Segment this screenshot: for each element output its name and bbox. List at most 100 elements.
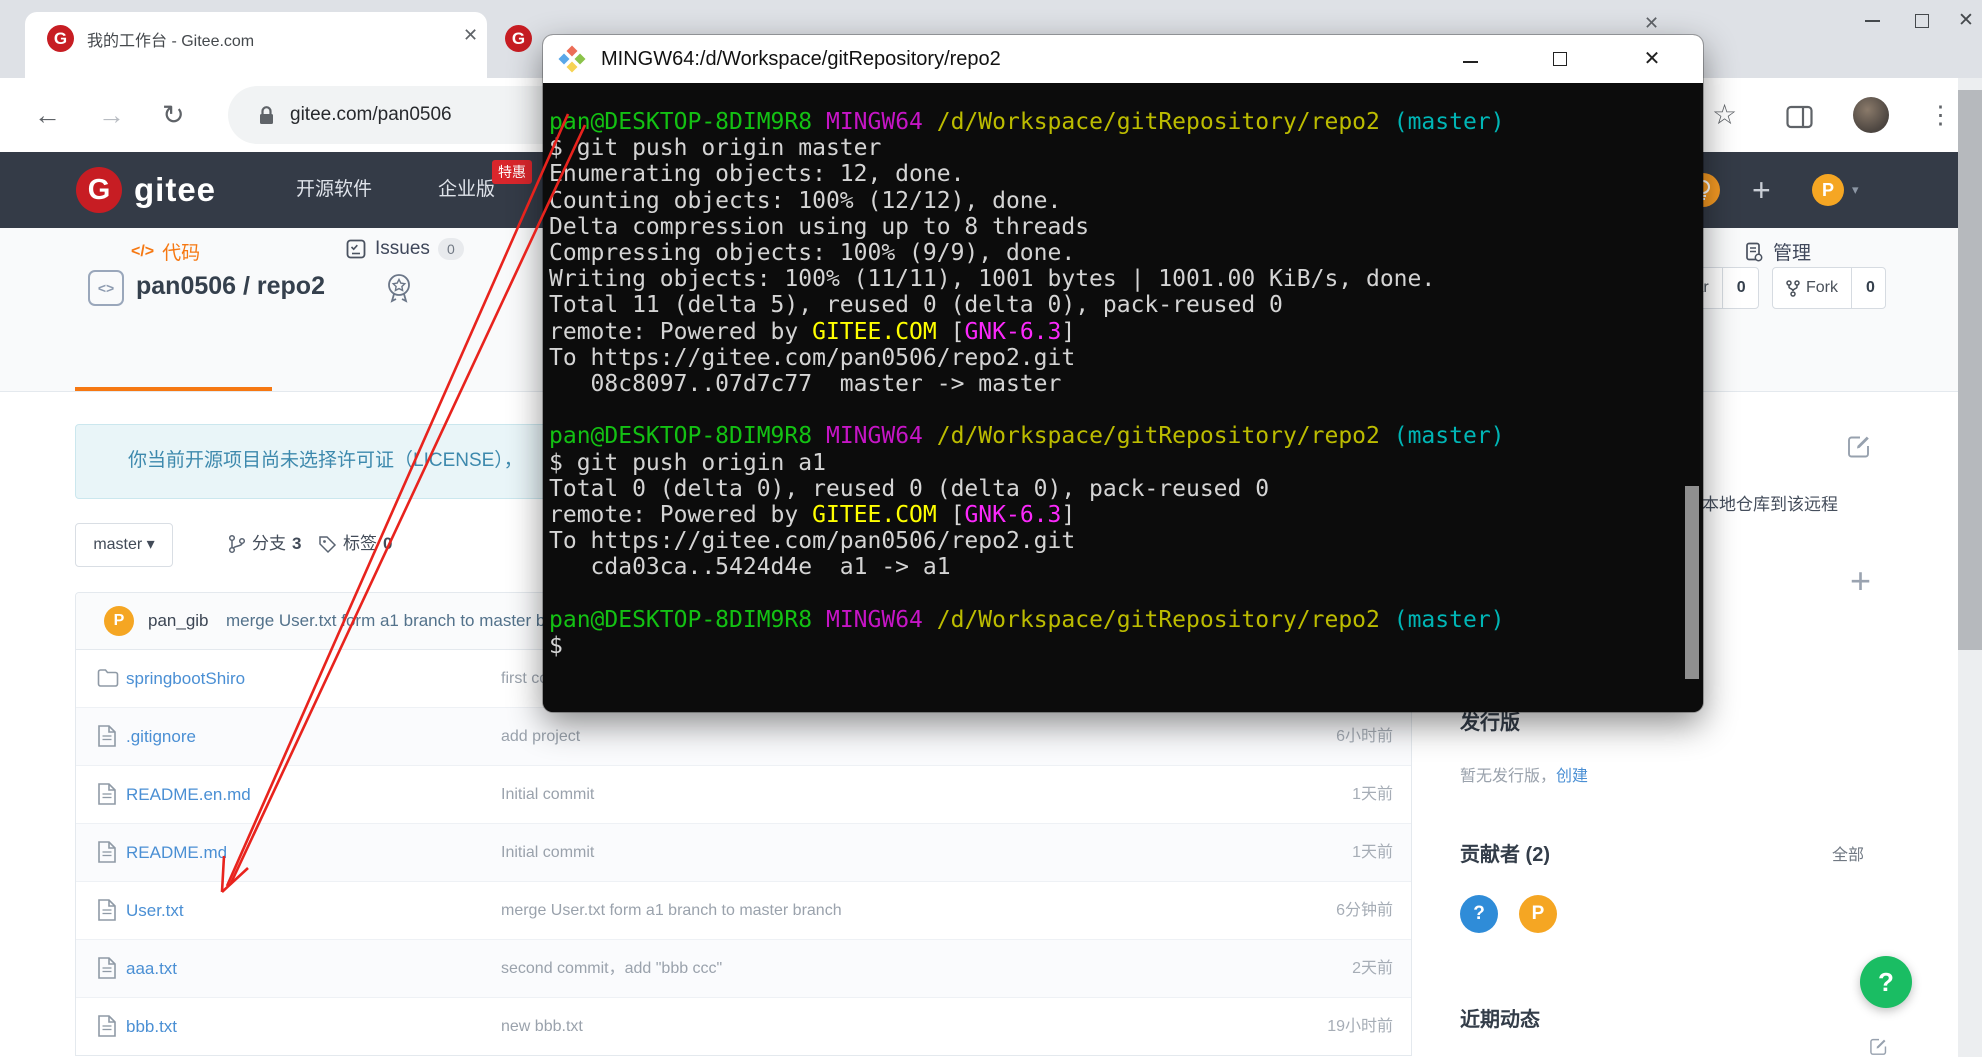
edit-icon[interactable]: [1846, 432, 1873, 464]
nav-item-enterprise[interactable]: 企业版: [438, 152, 495, 228]
commit-message[interactable]: merge User.txt form a1 branch to master …: [226, 593, 588, 649]
file-commit-time: 2天前: [1352, 940, 1393, 997]
tags-link[interactable]: 标签0: [318, 523, 392, 565]
page-scrollbar[interactable]: [1958, 78, 1982, 1057]
file-row[interactable]: User.txt merge User.txt form a1 branch to…: [76, 881, 1411, 939]
back-icon[interactable]: ←: [34, 78, 61, 152]
file-commit-time: 1天前: [1352, 824, 1393, 881]
terminal-titlebar[interactable]: MINGW64:/d/Workspace/gitRepository/repo2…: [543, 35, 1703, 83]
file-name-link[interactable]: README.md: [126, 824, 227, 881]
file-name-link[interactable]: bbb.txt: [126, 998, 177, 1055]
repo-code-icon: <>: [88, 270, 124, 306]
file-commit-message[interactable]: Initial commit: [501, 766, 594, 823]
commit-author[interactable]: pan_gib: [148, 593, 209, 649]
active-tab-underline: [75, 387, 272, 391]
terminal-line: pan@DESKTOP-8DIM9R8 MINGW64 /d/Workspace…: [549, 109, 1505, 135]
terminal-console[interactable]: pan@DESKTOP-8DIM9R8 MINGW64 /d/Workspace…: [543, 83, 1703, 712]
bookmark-star-icon[interactable]: ☆: [1712, 78, 1737, 152]
file-icon: [96, 840, 118, 869]
file-name-link[interactable]: README.en.md: [126, 766, 251, 823]
file-name-link[interactable]: User.txt: [126, 882, 184, 939]
tag-count: 0: [383, 523, 392, 565]
contributors-all-link[interactable]: 全部: [1832, 841, 1864, 865]
avatar-caret-icon[interactable]: ▾: [1852, 152, 1859, 228]
promo-badge: 特惠: [492, 160, 532, 184]
nav-item-opensource[interactable]: 开源软件: [296, 152, 372, 228]
terminal-window[interactable]: MINGW64:/d/Workspace/gitRepository/repo2…: [543, 35, 1703, 712]
terminal-line: To https://gitee.com/pan0506/repo2.git: [549, 528, 1505, 554]
file-icon: [96, 724, 118, 753]
file-row[interactable]: .gitignore add project 6小时前: [76, 707, 1411, 765]
file-commit-message[interactable]: new bbb.txt: [501, 998, 583, 1055]
file-name-link[interactable]: aaa.txt: [126, 940, 177, 997]
repo-title[interactable]: pan0506 / repo2: [136, 272, 325, 301]
window-close-button[interactable]: ✕: [1940, 0, 1982, 42]
terminal-scrollbar-thumb[interactable]: [1685, 486, 1699, 679]
second-tab-favicon-icon[interactable]: G: [505, 25, 532, 52]
file-name-link[interactable]: springbootShiro: [126, 650, 245, 707]
terminal-line: $ git push origin a1: [549, 450, 1505, 476]
screen: G 我的工作台 - Gitee.com ✕ G ✕ ✕ ← → ↻ gitee.…: [0, 0, 1982, 1057]
create-release-link[interactable]: 创建: [1556, 768, 1588, 785]
contributor-avatar[interactable]: P: [1519, 895, 1557, 933]
file-name-link[interactable]: .gitignore: [126, 708, 196, 765]
tab-issues[interactable]: Issues 0: [345, 238, 464, 260]
branch-count: 3: [292, 523, 301, 565]
medal-icon[interactable]: [384, 272, 414, 311]
gitee-brand[interactable]: gitee: [134, 152, 216, 228]
help-fab-button[interactable]: ?: [1860, 956, 1912, 1008]
tab-title: 我的工作台 - Gitee.com: [87, 27, 417, 51]
commit-author-avatar[interactable]: P: [104, 606, 134, 636]
file-row[interactable]: README.en.md Initial commit 1天前: [76, 765, 1411, 823]
fork-count[interactable]: 0: [1851, 268, 1889, 308]
terminal-close-button[interactable]: ✕: [1620, 35, 1684, 83]
terminal-line: cda03ca..5424d4e a1 -> a1: [549, 554, 1505, 580]
browser-profile-avatar[interactable]: [1853, 97, 1889, 133]
fork-button[interactable]: Fork 0: [1772, 267, 1886, 309]
code-icon: </>: [131, 243, 154, 261]
terminal-line: Enumerating objects: 12, done.: [549, 161, 1505, 187]
window-minimize-button[interactable]: [1846, 0, 1898, 42]
reload-icon[interactable]: ↻: [162, 78, 185, 152]
file-commit-message[interactable]: second commit，add "bbb ccc": [501, 940, 722, 997]
scrollbar-thumb[interactable]: [1958, 90, 1982, 650]
add-plus-icon[interactable]: +: [1850, 560, 1871, 602]
file-row[interactable]: README.md Initial commit 1天前: [76, 823, 1411, 881]
file-commit-time: 1天前: [1352, 766, 1393, 823]
file-row[interactable]: bbb.txtnew bbb.txt19小时前: [76, 997, 1411, 1055]
issues-icon: [345, 238, 367, 260]
file-icon: [96, 782, 118, 811]
tab-close-icon[interactable]: ✕: [1644, 13, 1659, 34]
license-banner-text: 你当前开源项目尚未选择许可证（LICENSE），: [128, 425, 523, 496]
file-commit-message[interactable]: merge User.txt form a1 branch to master …: [501, 882, 842, 939]
file-commit-time: 6小时前: [1336, 708, 1393, 765]
star-count[interactable]: 0: [1722, 268, 1760, 308]
tab-close-icon[interactable]: ✕: [463, 25, 478, 46]
tab-code[interactable]: </> 代码: [131, 238, 200, 265]
branches-link[interactable]: 分支3: [228, 523, 301, 565]
file-row[interactable]: aaa.txt second commit，add "bbb ccc" 2天前: [76, 939, 1411, 997]
contributor-avatar[interactable]: ?: [1460, 895, 1498, 933]
tag-icon: [318, 535, 337, 554]
user-avatar[interactable]: P: [1812, 174, 1844, 206]
file-commit-message[interactable]: Initial commit: [501, 824, 594, 881]
terminal-output: pan@DESKTOP-8DIM9R8 MINGW64 /d/Workspace…: [549, 109, 1505, 659]
file-commit-message[interactable]: add project: [501, 708, 580, 765]
create-plus-icon[interactable]: +: [1752, 152, 1771, 228]
browser-tab-gitee[interactable]: G 我的工作台 - Gitee.com ✕: [25, 12, 487, 78]
url-text[interactable]: gitee.com/pan0506: [290, 86, 452, 144]
tab-manage[interactable]: 管理: [1743, 238, 1811, 265]
terminal-line: Counting objects: 100% (12/12), done.: [549, 188, 1505, 214]
branch-selector[interactable]: master ▾: [75, 523, 173, 567]
forward-icon[interactable]: →: [98, 78, 125, 152]
activity-title: 近期动态: [1460, 1003, 1540, 1032]
feedback-edit-icon[interactable]: [1866, 1036, 1892, 1057]
terminal-maximize-button[interactable]: [1528, 35, 1592, 83]
terminal-line: remote: Powered by GITEE.COM [GNK-6.3]: [549, 502, 1505, 528]
gitee-logo-icon[interactable]: G: [76, 167, 122, 213]
terminal-title: MINGW64:/d/Workspace/gitRepository/repo2: [601, 35, 1001, 83]
side-panel-icon[interactable]: [1786, 78, 1813, 152]
kebab-menu-icon[interactable]: ⋮: [1928, 78, 1953, 152]
terminal-line: remote: Powered by GITEE.COM [GNK-6.3]: [549, 319, 1505, 345]
terminal-minimize-button[interactable]: [1438, 35, 1502, 83]
